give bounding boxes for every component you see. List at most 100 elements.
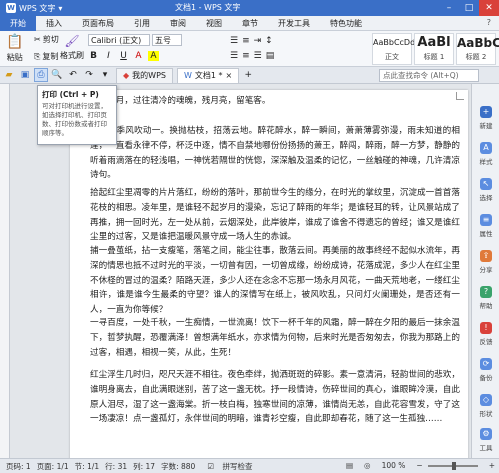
open-folder-icon[interactable]: ▰ [2,68,16,82]
menu-developer[interactable]: 开发工具 [268,16,320,31]
align-center-icon[interactable]: ≡ [242,51,250,61]
copy-button[interactable]: ⎘ 复制 [34,51,58,62]
undo-icon[interactable]: ↶ [66,68,80,82]
customize-icon[interactable]: ▾ [98,68,112,82]
close-tab-icon[interactable]: × [226,71,233,80]
menu-references[interactable]: 引用 [124,16,160,31]
format-painter-button[interactable]: 🖌 格式刷 [60,34,84,61]
zoom-level: 100 % [381,461,406,470]
cut-label: 剪切 [42,35,59,44]
sidebar-item-help[interactable]: ? 帮助 [472,286,499,310]
paragraph-4: 捕一叠茧纸，拈一支瘦笔，落笔之间，能尘往事，散落云间。再美丽的故事终经不起似水流… [90,246,460,316]
document-tab-icon: W [183,71,192,80]
justify-icon[interactable]: ▤ [266,51,275,61]
menu-section[interactable]: 章节 [232,16,268,31]
view-mode-icon[interactable]: ▤ [346,461,353,470]
align-left-icon[interactable]: ☰ [230,51,238,61]
cut-button[interactable]: ✂ 剪切 [34,34,59,45]
format-painter-label: 格式刷 [60,51,84,60]
menu-insert[interactable]: 插入 [36,16,72,31]
shapes-icon: ◇ [480,394,492,406]
app-name: WPS 文字 [19,3,56,13]
quick-access-bar: ▰ ▣ ⎙ 🔍 ↶ ↷ ▾ ◆ 我的WPS W 文档1 * × + 点此查找命令… [0,67,499,84]
sort-icon[interactable]: ↕ [265,36,273,46]
print-icon[interactable]: ⎙ [34,68,48,82]
menu-home[interactable]: 开始 [0,15,36,31]
zoom-out-button[interactable]: − [416,461,422,470]
italic-button[interactable]: I [103,51,114,61]
backup-icon: ⟳ [480,358,492,370]
menu-view[interactable]: 视图 [196,16,232,31]
style-heading-2[interactable]: AaBbC 标题 2 [456,33,499,65]
sidebar-item-new[interactable]: + 新建 [472,106,499,130]
sidebar-item-styles[interactable]: A 样式 [472,142,499,166]
sidebar-item-label: 备份 [479,374,493,382]
sidebar-item-backup[interactable]: ⟳ 备份 [472,358,499,382]
close-button[interactable]: ✕ [479,0,499,16]
status-spell[interactable]: ☑ 拼写检查 [201,461,252,472]
new-tab-icon[interactable]: + [241,68,255,82]
indent-icon[interactable]: ⇥ [254,36,262,46]
command-search-input[interactable]: 点此查找命令 (Alt+Q) [379,69,479,82]
save-icon[interactable]: ▣ [18,68,32,82]
web-view-icon[interactable]: ◎ [364,461,371,470]
window-title: 文档1 - WPS 文字 [175,3,241,12]
redo-icon[interactable]: ↷ [82,68,96,82]
status-page: 页码: 1 [6,461,31,471]
zoom-slider[interactable] [427,461,478,470]
sidebar-item-properties[interactable]: ≡ 属性 [472,214,499,238]
sidebar-item-select[interactable]: ↖ 选择 [472,178,499,202]
style-heading-1[interactable]: AaBl 标题 1 [414,33,454,65]
sidebar-item-tools[interactable]: ⚙ 工具 [472,428,499,452]
sidebar-item-feedback[interactable]: ! 反馈 [472,322,499,346]
tooltip-title: 打印 (Ctrl + P) [42,90,99,99]
paste-button[interactable]: 📋 粘贴 [6,34,23,63]
zoom-in-button[interactable]: + [489,461,495,470]
style-normal[interactable]: AaBbCcDd 正文 [372,33,416,65]
menu-page-layout[interactable]: 页面布局 [72,16,124,31]
font-color-icon[interactable]: A [133,51,144,61]
paragraph-tools: ☰ ≡ ⇥ ↕ [230,36,273,46]
copy-icon: ⎘ [34,51,41,61]
status-col: 列: 17 [133,461,156,471]
style-heading-1-sample: AaBl [417,35,451,50]
tab-my-wps[interactable]: ◆ 我的WPS [116,67,173,83]
help-icon[interactable]: ? [487,18,491,27]
maximize-button[interactable]: □ [459,0,479,16]
print-preview-icon[interactable]: 🔍 [50,68,64,82]
tooltip-body: 可对打印机进行设置，如选择打印机、打印页数、打印份数或者打印顺序等。 [42,102,107,137]
zoom-slider-thumb[interactable] [451,461,456,470]
app-menu-button[interactable]: W WPS 文字 ▾ [0,0,68,16]
bold-button[interactable]: B [88,51,99,61]
status-pages: 页面: 1/1 [36,461,69,471]
status-spell-label: 拼写检查 [222,461,253,471]
font-size-select[interactable]: 五号 [152,34,182,46]
sidebar-item-label: 形状 [479,410,493,418]
minimize-button[interactable]: – [439,0,459,16]
sidebar-item-shapes[interactable]: ◇ 形状 [472,394,499,418]
font-name-select[interactable]: Calibri (正文) [88,34,150,46]
share-icon: ⇪ [480,250,492,262]
wps-logo-icon: W [6,3,16,13]
style-normal-sample: AaBbCcDd [373,38,416,47]
numbering-icon[interactable]: ≡ [242,36,250,46]
underline-button[interactable]: U [118,51,129,61]
feedback-icon: ! [480,322,492,334]
sidebar-item-label: 样式 [479,158,493,166]
tab-document-1[interactable]: W 文档1 * × [176,67,240,83]
paste-icon: 📋 [6,34,24,50]
chevron-down-icon: ▾ [58,3,63,13]
status-row: 行: 31 [105,461,128,471]
bullets-icon[interactable]: ☰ [230,36,238,46]
styles-icon: A [480,142,492,154]
menu-features[interactable]: 特色功能 [320,16,372,31]
menu-review[interactable]: 审阅 [160,16,196,31]
sidebar-item-share[interactable]: ⇪ 分享 [472,250,499,274]
align-right-icon[interactable]: ☰ [254,51,262,61]
highlight-icon[interactable]: A [148,51,159,61]
sidebar-item-label: 属性 [479,230,493,238]
status-words[interactable]: 字数: 880 [161,461,195,472]
properties-icon: ≡ [480,214,492,226]
paragraph-5: 一寻百度，一处千秋，一生痴情，一世流离！饮下一杯千年的风霜，醉一醉在夕阳的最后一… [90,318,460,358]
document-page[interactable]: 一场风月，过往清冷的魂魄，残月亮，留笔客。 春风，季风吹动一。换抛枯枝，招荡云地… [70,90,468,458]
